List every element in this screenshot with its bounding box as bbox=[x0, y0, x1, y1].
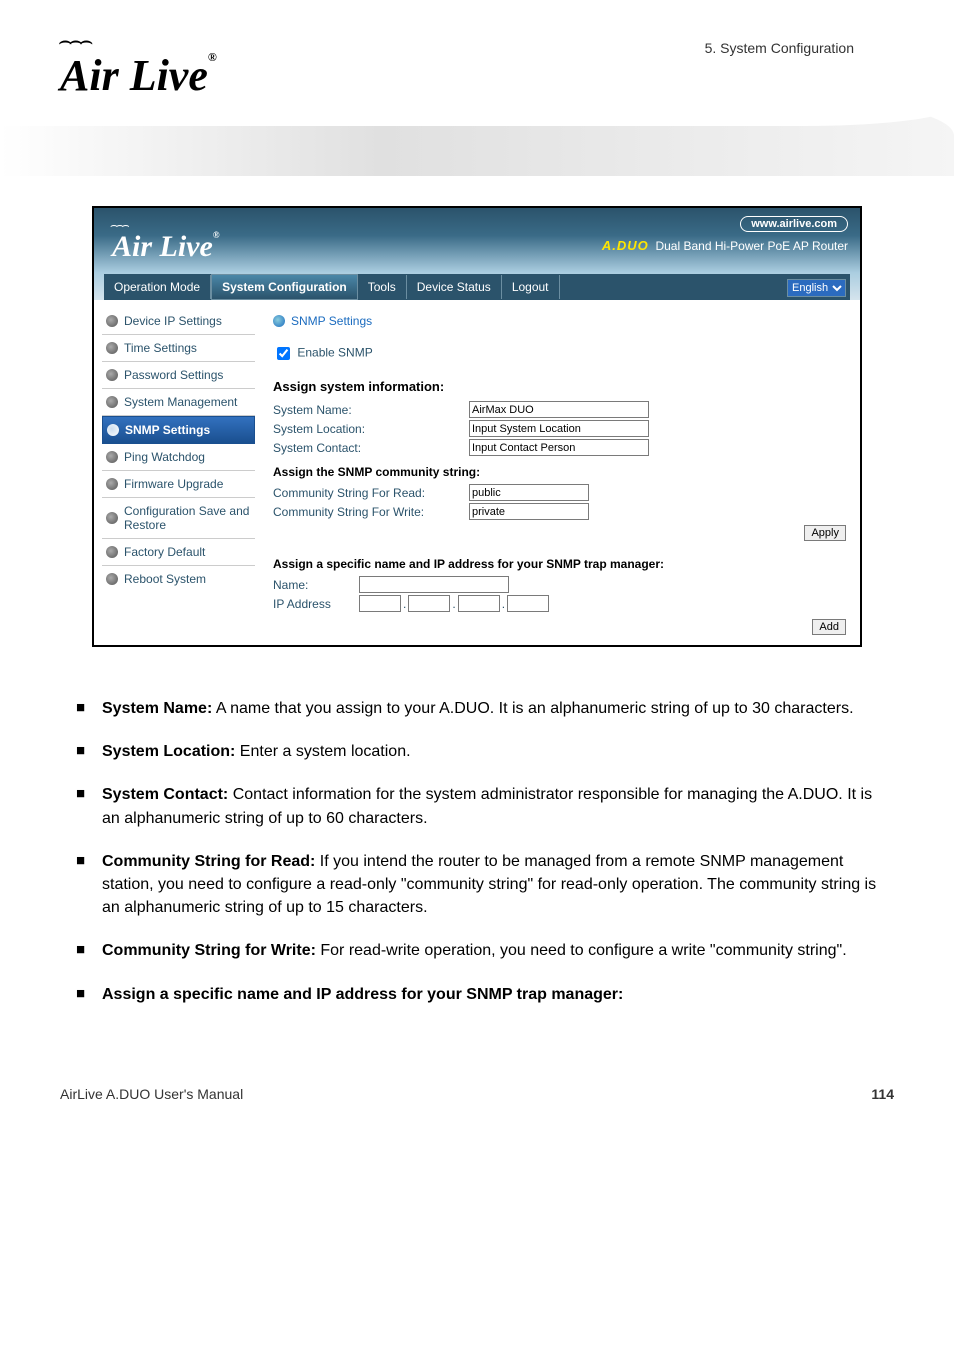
bullet-community-read: Community String for Read: If you intend… bbox=[84, 850, 884, 920]
language-select[interactable]: English bbox=[787, 279, 846, 297]
community-write-input[interactable] bbox=[469, 503, 589, 520]
system-contact-label: System Contact: bbox=[273, 441, 463, 455]
system-location-label: System Location: bbox=[273, 422, 463, 436]
system-name-label: System Name: bbox=[273, 403, 463, 417]
nav-device-status[interactable]: Device Status bbox=[407, 275, 502, 299]
sidebar-item-firmware[interactable]: Firmware Upgrade bbox=[102, 471, 255, 498]
trap-name-label: Name: bbox=[273, 578, 353, 592]
trap-ip-label: IP Address bbox=[273, 597, 353, 611]
community-string-heading: Assign the SNMP community string: bbox=[273, 457, 846, 483]
chapter-label: 5. System Configuration bbox=[705, 30, 894, 56]
bullet-icon bbox=[106, 573, 118, 585]
assign-system-heading: Assign system information: bbox=[273, 379, 846, 400]
community-write-label: Community String For Write: bbox=[273, 505, 463, 519]
ip-octet-4-input[interactable] bbox=[507, 595, 549, 612]
bullet-icon bbox=[106, 396, 118, 408]
ip-octet-1-input[interactable] bbox=[359, 595, 401, 612]
bullet-icon bbox=[106, 546, 118, 558]
enable-snmp-checkbox[interactable] bbox=[277, 347, 290, 360]
screenshot-frame: ⌢⌢⌢ Air Live® www.airlive.com A.DUO Dual… bbox=[92, 206, 862, 647]
nav-logout[interactable]: Logout bbox=[502, 275, 560, 299]
bullet-system-name: System Name: A name that you assign to y… bbox=[84, 697, 884, 720]
bullet-system-location: System Location: Enter a system location… bbox=[84, 740, 884, 763]
bullet-icon bbox=[107, 424, 119, 436]
sidebar-item-ping-watchdog[interactable]: Ping Watchdog bbox=[102, 444, 255, 471]
system-location-input[interactable] bbox=[469, 420, 649, 437]
bullet-icon bbox=[106, 451, 118, 463]
site-url-pill[interactable]: www.airlive.com bbox=[740, 216, 848, 232]
doc-logo: ⌢⌢⌢ Air Live® bbox=[60, 30, 217, 101]
system-contact-input[interactable] bbox=[469, 439, 649, 456]
apply-button[interactable]: Apply bbox=[804, 525, 846, 541]
trap-name-input[interactable] bbox=[359, 576, 509, 593]
sidebar-item-system-management[interactable]: System Management bbox=[102, 389, 255, 416]
bullet-icon bbox=[106, 369, 118, 381]
sidebar-item-snmp[interactable]: SNMP Settings bbox=[102, 416, 255, 444]
page-number: 114 bbox=[871, 1086, 894, 1102]
enable-snmp-label: Enable SNMP bbox=[297, 346, 372, 360]
ip-octet-3-input[interactable] bbox=[458, 595, 500, 612]
sidebar-item-reboot[interactable]: Reboot System bbox=[102, 566, 255, 592]
system-name-input[interactable] bbox=[469, 401, 649, 418]
product-tagline: A.DUO Dual Band Hi-Power PoE AP Router bbox=[602, 238, 848, 253]
bullet-icon bbox=[106, 315, 118, 327]
nav-tools[interactable]: Tools bbox=[358, 275, 407, 299]
sidebar-item-time[interactable]: Time Settings bbox=[102, 335, 255, 362]
bullet-trap-manager: Assign a specific name and IP address fo… bbox=[84, 983, 884, 1006]
nav-system-configuration[interactable]: System Configuration bbox=[211, 274, 358, 300]
community-read-label: Community String For Read: bbox=[273, 486, 463, 500]
bullet-icon bbox=[106, 342, 118, 354]
trap-manager-heading: Assign a specific name and IP address fo… bbox=[273, 549, 846, 575]
sidebar-item-config-save[interactable]: Configuration Save and Restore bbox=[102, 498, 255, 539]
bullet-community-write: Community String for Write: For read-wri… bbox=[84, 939, 884, 962]
community-read-input[interactable] bbox=[469, 484, 589, 501]
footer-manual-title: AirLive A.DUO User's Manual bbox=[60, 1086, 243, 1102]
sidebar-item-password[interactable]: Password Settings bbox=[102, 362, 255, 389]
bullet-icon bbox=[273, 315, 285, 327]
nav-operation-mode[interactable]: Operation Mode bbox=[104, 275, 211, 299]
bullet-icon bbox=[106, 512, 118, 524]
bullet-icon bbox=[106, 478, 118, 490]
header-divider bbox=[0, 106, 954, 176]
ip-octet-2-input[interactable] bbox=[408, 595, 450, 612]
sidebar-item-factory-default[interactable]: Factory Default bbox=[102, 539, 255, 566]
content-title: SNMP Settings bbox=[273, 310, 846, 342]
bullet-system-contact: System Contact: Contact information for … bbox=[84, 783, 884, 829]
sidebar-item-device-ip[interactable]: Device IP Settings bbox=[102, 308, 255, 335]
add-button[interactable]: Add bbox=[812, 619, 846, 635]
